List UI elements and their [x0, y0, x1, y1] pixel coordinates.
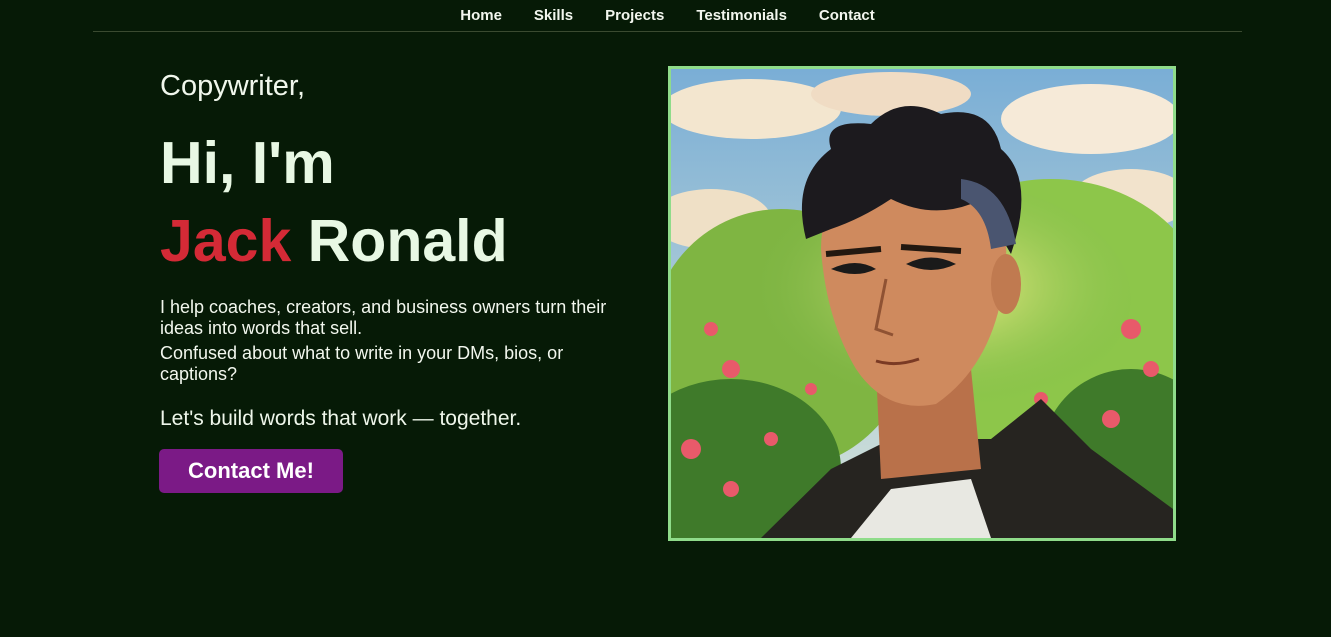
portrait-illustration — [671, 69, 1173, 538]
description-1: I help coaches, creators, and business o… — [160, 297, 607, 338]
nav-projects[interactable]: Projects — [589, 2, 680, 30]
top-nav: Home Skills Projects Testimonials Contac… — [93, 0, 1242, 32]
nav-contact[interactable]: Contact — [803, 2, 891, 30]
role-title: Copywriter, — [160, 70, 306, 102]
nav-home[interactable]: Home — [444, 2, 518, 30]
description-2: Confused about what to write in your DMs… — [160, 343, 564, 384]
nav-testimonials[interactable]: Testimonials — [680, 2, 803, 30]
profile-portrait — [668, 66, 1176, 541]
greeting: Hi, I'm — [160, 130, 335, 196]
last-name: Ronald — [307, 208, 508, 274]
nav-skills[interactable]: Skills — [518, 2, 589, 30]
hero-name: Jack Ronald — [160, 201, 630, 281]
contact-me-button[interactable]: Contact Me! — [159, 449, 343, 493]
tagline: Let's build words that work — together. — [160, 407, 522, 430]
hero-text: Copywriter, Hi, I'm Jack Ronald I help c… — [160, 70, 630, 431]
first-name: Jack — [160, 208, 292, 274]
